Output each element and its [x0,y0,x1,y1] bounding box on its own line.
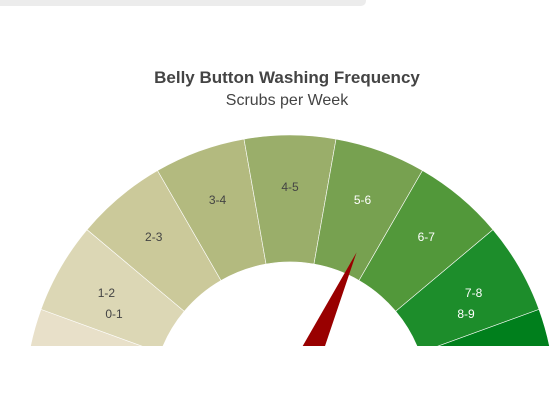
gauge-label-3-4: 3-4 [209,193,227,207]
gauge-label-8-9: 8-9 [457,307,475,321]
gauge-label-2-3: 2-3 [145,230,163,244]
gauge-needle [302,252,357,346]
gauge-label-1-2: 1-2 [98,286,116,300]
gauge-label-0-1: 0-1 [105,307,123,321]
gauge-needle-group [302,252,357,346]
gauge-chart: 0-1 1-2 2-3 3-4 4-5 5-6 6-7 7-8 8-9 [30,134,550,346]
gauge-segments [30,134,550,346]
gauge-label-4-5: 4-5 [281,180,299,194]
gauge-label-7-8: 7-8 [465,286,483,300]
gauge-label-5-6: 5-6 [354,193,372,207]
gauge-label-6-7: 6-7 [418,230,436,244]
